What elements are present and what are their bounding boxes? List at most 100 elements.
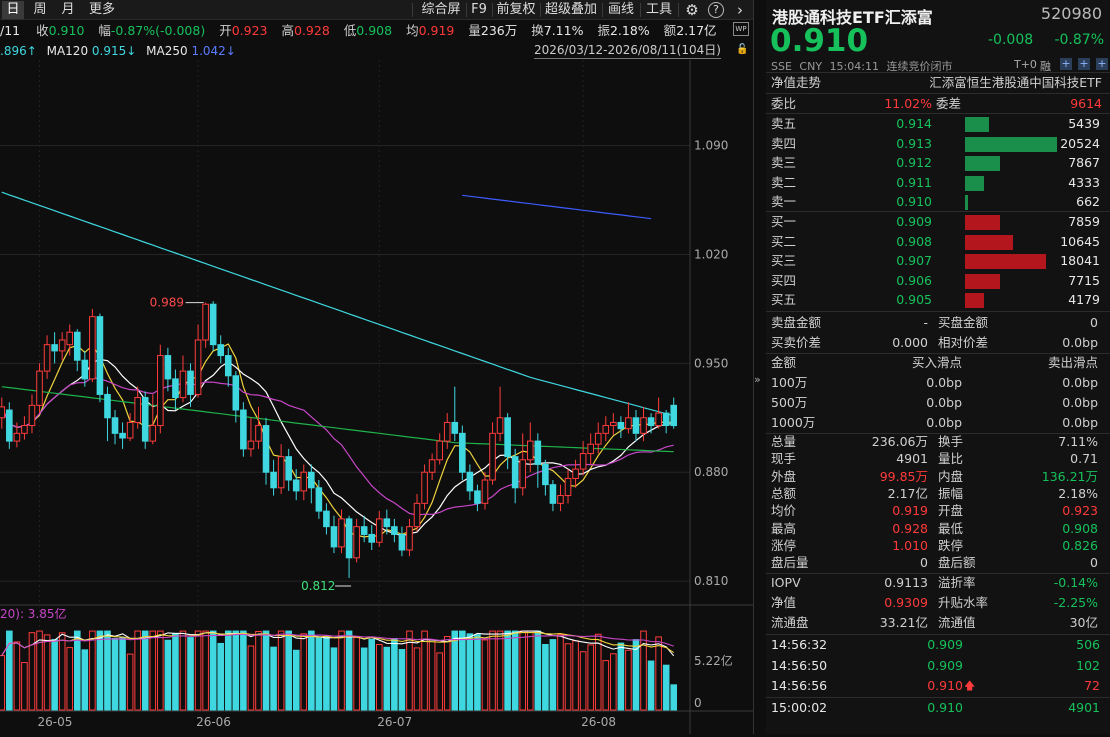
- ma250-line: [462, 194, 652, 220]
- candle-body: [474, 490, 481, 504]
- ma120-value: 0.915↓: [91, 44, 137, 58]
- panel-divider[interactable]: [753, 0, 754, 734]
- volume-bar: [353, 637, 360, 711]
- overlay-button[interactable]: 超级叠加: [542, 1, 600, 19]
- ask-volume-bar: [965, 195, 968, 210]
- amount-label: 额: [663, 23, 677, 38]
- candle-body: [564, 477, 572, 497]
- toolbar-divider: [412, 3, 413, 17]
- tab-week[interactable]: 周: [28, 1, 52, 19]
- candle-body: [670, 404, 678, 427]
- volume-bar: [489, 630, 496, 711]
- x-tick-label: 26-06: [196, 715, 231, 729]
- volume-bar: [202, 630, 209, 711]
- bid-level-volume: 4179: [1068, 292, 1100, 307]
- overview-screen-button[interactable]: 综合屏: [418, 1, 464, 19]
- bid-level-row: 买五 0.905 4179: [766, 290, 1110, 310]
- candle-body: [43, 344, 51, 372]
- ma250-value: 1.042↓: [191, 44, 236, 58]
- bid-level-label: 买四: [771, 272, 797, 288]
- amount-value: 2.17亿: [676, 23, 717, 38]
- volume-bar: [557, 634, 564, 711]
- ask-level-volume: 4333: [1068, 174, 1100, 190]
- volume-bar: [511, 630, 519, 711]
- toolbar-divider: [466, 3, 467, 17]
- kline-svg[interactable]: 1.090 1.020 0.950 0.880 0.810 0.989 0.812 20)…: [0, 60, 753, 734]
- volume-bar: [662, 664, 670, 711]
- ask-level-volume: 5439: [1068, 116, 1100, 131]
- order-ratio-label: 委比: [771, 96, 797, 111]
- bid-level-volume: 18041: [1060, 253, 1100, 268]
- volume-bar: [194, 630, 202, 711]
- candle-body: [89, 316, 96, 380]
- iopv-row: IOPV 0.9113 溢折率 -0.14%: [766, 573, 1110, 593]
- volume-bar: [21, 662, 28, 711]
- chevron-right-icon[interactable]: ›: [732, 1, 748, 19]
- sell-amount-label: 卖盘金额: [771, 315, 822, 330]
- tick-row: 15:00:02 0.910 4901: [766, 698, 1110, 718]
- tick-volume: 506: [1076, 637, 1100, 652]
- volume-bar: [270, 646, 277, 711]
- volume-bar: [655, 636, 662, 711]
- volume-bar: [104, 630, 111, 711]
- ask-level-price: 0.914: [896, 116, 932, 131]
- adjust-button[interactable]: 前复权: [494, 1, 538, 19]
- spread-label: 买卖价差: [771, 335, 822, 350]
- kline-chart[interactable]: 1.090 1.020 0.950 0.880 0.810 0.989 0.812 20)…: [0, 60, 753, 734]
- plus-icon[interactable]: +: [1078, 58, 1090, 70]
- candle-body: [587, 443, 594, 455]
- candle-body: [617, 421, 625, 430]
- sell-amount-value: -: [923, 315, 928, 330]
- candle-body: [96, 316, 104, 395]
- stat-row: 盘后量 0 盘后额 0: [766, 553, 1110, 573]
- f9-button[interactable]: F9: [468, 1, 490, 19]
- tick-price: 0.910: [927, 678, 963, 693]
- volume-bar: [398, 649, 406, 711]
- order-diff-value: 9614: [1070, 96, 1102, 111]
- draw-line-button[interactable]: 画线: [604, 1, 638, 19]
- stock-terminal: { "toolbar":{ "period_tabs":["日","周","月"…: [0, 0, 1110, 734]
- fund-full-name: 汇添富恒生港股通中国科技ETF: [929, 75, 1102, 90]
- ma-prev-value: .896↑: [0, 44, 37, 58]
- nav-trend-link[interactable]: 净值走势: [771, 73, 821, 93]
- plus-icon[interactable]: +: [1060, 58, 1072, 70]
- t0-badge: T+0: [1014, 58, 1037, 71]
- ask-volume-bar: [965, 156, 1000, 171]
- candle-body: [300, 471, 308, 492]
- tab-more[interactable]: 更多: [84, 1, 120, 19]
- volume-bar: [172, 632, 179, 711]
- tab-day[interactable]: 日: [2, 1, 24, 19]
- spread-value: 0.000: [892, 335, 928, 350]
- ask-volume-bar: [965, 117, 989, 132]
- ask-level-price: 0.912: [896, 155, 932, 170]
- candle-body: [594, 432, 602, 445]
- volume-bar: [89, 630, 96, 711]
- date-range[interactable]: 2026/03/12-2026/08/11(104日): [534, 43, 721, 59]
- tools-button[interactable]: 工具: [642, 1, 676, 19]
- volume-bar: [73, 630, 81, 711]
- volume-bar: [526, 630, 534, 711]
- volume-bar: [277, 630, 285, 711]
- plus-icon[interactable]: +: [1096, 58, 1108, 70]
- bid-level-volume: 7715: [1068, 272, 1100, 288]
- volume-bar: [481, 639, 489, 711]
- candle-body: [489, 432, 496, 481]
- lock-icon[interactable]: 🔓: [736, 44, 748, 56]
- candle-body: [481, 479, 489, 504]
- ma250-label: MA250: [146, 44, 188, 58]
- volume-bar: [549, 639, 557, 711]
- candle-body: [164, 355, 172, 380]
- order-amount-row: 卖盘金额 - 买盘金额 0: [766, 313, 1110, 333]
- ask-level-row: 卖五 0.914 5439: [766, 114, 1110, 134]
- help-icon[interactable]: ?: [708, 2, 724, 18]
- tab-month[interactable]: 月: [56, 1, 80, 19]
- gear-icon[interactable]: ⚙: [682, 1, 702, 19]
- volume-bar: [625, 649, 632, 711]
- collapse-arrow-icon[interactable]: »: [754, 370, 766, 390]
- volume-tick: 5.22亿: [694, 653, 733, 668]
- volume-bar: [179, 630, 187, 711]
- volume-bar: [519, 630, 527, 711]
- wp-icon[interactable]: WP: [733, 22, 749, 36]
- volume-bars: 20): 3.85亿 5.22亿 0: [0, 606, 733, 711]
- y-tick-label: 0.950: [694, 356, 728, 370]
